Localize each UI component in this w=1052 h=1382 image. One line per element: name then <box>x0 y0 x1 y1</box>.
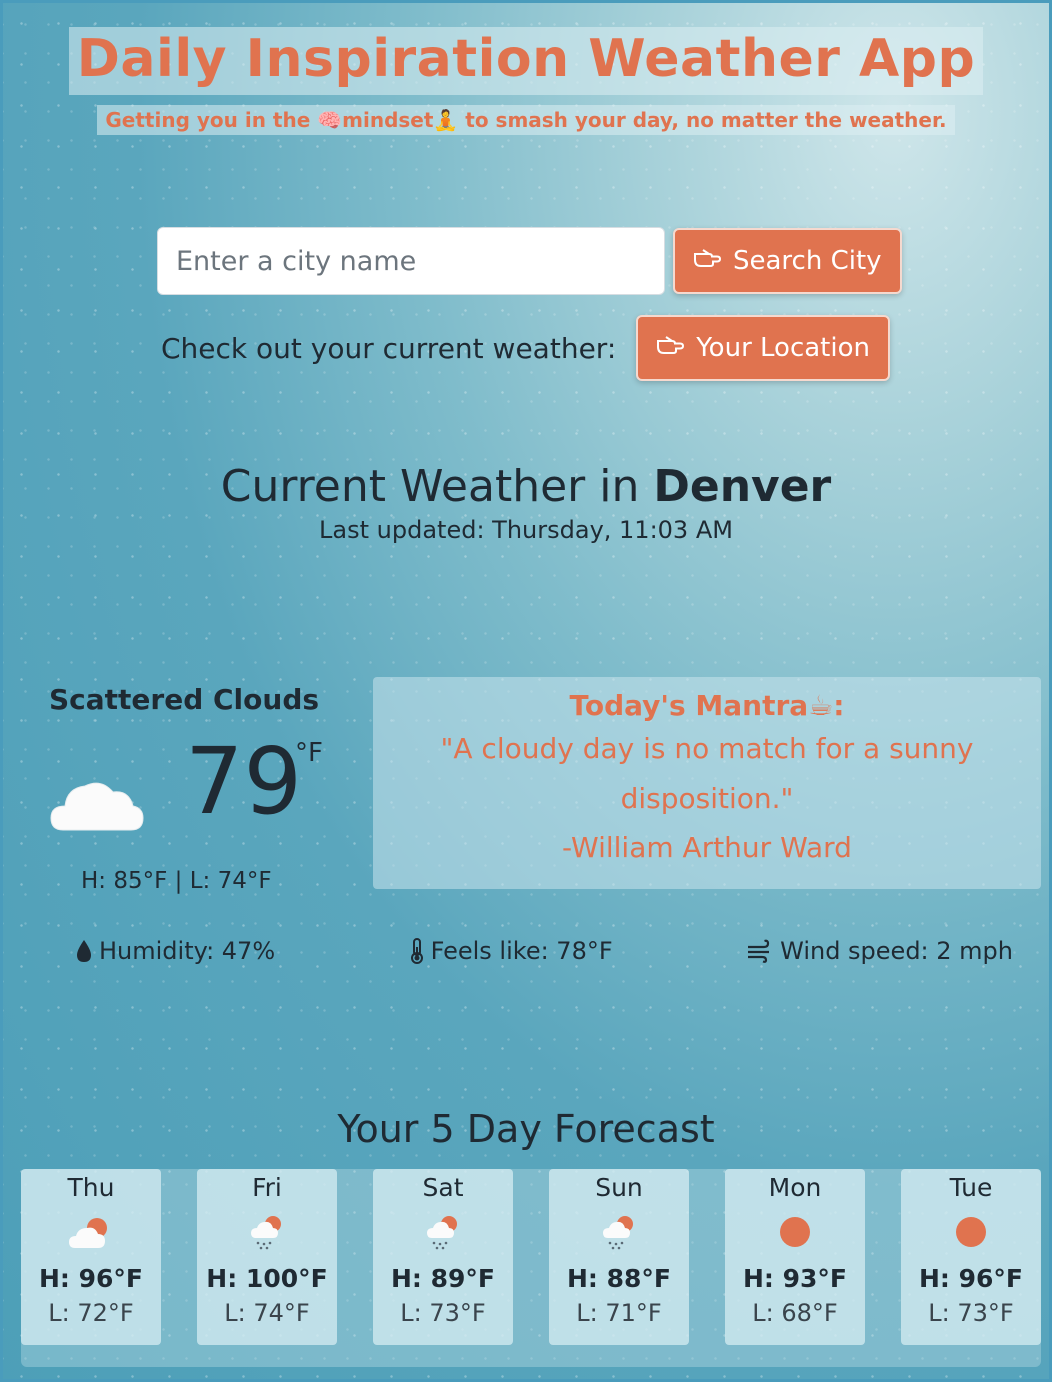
sun-behind-cloud-icon <box>21 1208 161 1260</box>
feels-like-stat: Feels like: 78°F <box>409 937 613 965</box>
current-temperature: 79 <box>185 728 303 835</box>
sun-cloud-rain-icon <box>373 1208 513 1260</box>
current-conditions: Scattered Clouds 79 °F H: 85°F | L: 74°F <box>49 683 339 894</box>
forecast-low: L: 73°F <box>928 1299 1014 1327</box>
forecast-low: L: 74°F <box>224 1299 310 1327</box>
droplet-icon <box>77 940 91 962</box>
location-row: Check out your current weather: Your Loc… <box>161 315 890 381</box>
temperature-unit: °F <box>295 738 323 768</box>
search-city-label: Search City <box>733 246 882 276</box>
search-form: Search City <box>157 227 902 295</box>
current-high-low: H: 85°F | L: 74°F <box>81 868 272 894</box>
mantra-quote: "A cloudy day is no match for a sunny di… <box>440 732 974 815</box>
forecast-card: Mon H: 93°F L: 68°F <box>725 1169 865 1345</box>
forecast-day: Tue <box>949 1173 993 1202</box>
forecast-card: Thu H: 96°F L: 72°F <box>21 1169 161 1345</box>
city-search-input[interactable] <box>157 227 665 295</box>
temperature-row: 79 °F <box>49 736 339 846</box>
forecast-card: Fri H: 100°F L: 74°F <box>197 1169 337 1345</box>
forecast-day: Sat <box>422 1173 464 1202</box>
forecast-day: Mon <box>768 1173 822 1202</box>
forecast-high: H: 100°F <box>206 1264 328 1293</box>
sun-icon <box>725 1208 865 1260</box>
subtitle-box: Getting you in the 🧠mindset🧘 to smash yo… <box>97 105 955 135</box>
app-subtitle: Getting you in the 🧠mindset🧘 to smash yo… <box>105 108 947 132</box>
forecast-day: Sun <box>595 1173 643 1202</box>
app-header: Daily Inspiration Weather App Getting yo… <box>3 27 1049 135</box>
forecast-low: L: 72°F <box>48 1299 134 1327</box>
forecast-high: H: 89°F <box>391 1264 495 1293</box>
sun-icon <box>901 1208 1041 1260</box>
current-weather-header: Current Weather in Denver Last updated: … <box>3 461 1049 544</box>
mantra-card: Today's Mantra☕: "A cloudy day is no mat… <box>373 677 1041 889</box>
sun-cloud-rain-icon <box>549 1208 689 1260</box>
wind-icon <box>748 939 770 963</box>
feels-like-value: Feels like: 78°F <box>430 937 613 965</box>
search-city-button[interactable]: Search City <box>673 228 902 294</box>
forecast-card: Sun H: 88°F L: 71°F <box>549 1169 689 1345</box>
last-updated: Last updated: Thursday, 11:03 AM <box>319 516 733 544</box>
weather-stats: Humidity: 47% Feels like: 78°F Wind spee… <box>75 937 1013 965</box>
location-prompt: Check out your current weather: <box>161 331 617 365</box>
forecast-card: Tue H: 96°F L: 73°F <box>901 1169 1041 1345</box>
forecast-low: L: 73°F <box>400 1299 486 1327</box>
your-location-label: Your Location <box>696 333 870 363</box>
sun-cloud-rain-icon <box>197 1208 337 1260</box>
your-location-button[interactable]: Your Location <box>636 315 890 381</box>
wind-value: Wind speed: 2 mph <box>780 937 1013 965</box>
forecast-title: Your 5 Day Forecast <box>337 1107 715 1151</box>
city-name: Denver <box>653 461 832 512</box>
forecast-high: H: 93°F <box>743 1264 847 1293</box>
forecast-low: L: 68°F <box>752 1299 838 1327</box>
mantra-author: -William Arthur Ward <box>562 831 852 864</box>
wind-stat: Wind speed: 2 mph <box>746 937 1013 965</box>
humidity-value: Humidity: 47% <box>99 937 276 965</box>
condition-label: Scattered Clouds <box>49 683 320 716</box>
forecast-card: Sat H: 89°F L: 73°F <box>373 1169 513 1345</box>
forecast-day: Fri <box>252 1173 282 1202</box>
mantra-heading: Today's Mantra☕: <box>569 689 845 722</box>
hand-pointing-icon <box>656 335 686 361</box>
forecast-high: H: 96°F <box>919 1264 1023 1293</box>
forecast-day: Thu <box>67 1173 115 1202</box>
title-box: Daily Inspiration Weather App <box>68 27 984 95</box>
current-title-prefix: Current Weather in <box>220 461 640 512</box>
forecast-high: H: 96°F <box>39 1264 143 1293</box>
thermometer-icon <box>410 938 423 964</box>
current-weather-title: Current Weather in Denver <box>3 461 1049 512</box>
forecast-strip: Thu H: 96°F L: 72°F Fri H: 100°F L: 74°F… <box>21 1169 1041 1367</box>
hand-pointing-icon <box>693 248 723 274</box>
humidity-stat: Humidity: 47% <box>75 937 275 965</box>
forecast-low: L: 71°F <box>576 1299 662 1327</box>
forecast-high: H: 88°F <box>567 1264 671 1293</box>
cloud-icon <box>50 782 144 831</box>
app-title: Daily Inspiration Weather App <box>76 29 976 89</box>
